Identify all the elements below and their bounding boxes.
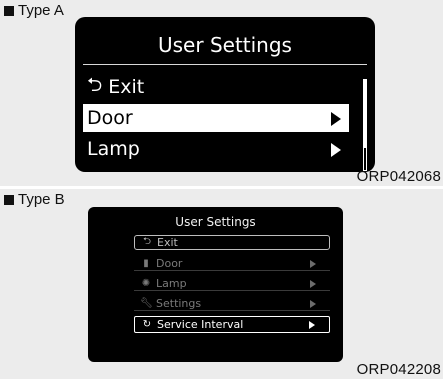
right-arrow-icon [309,321,315,329]
square-bullet-icon [4,194,14,205]
type-a-menu-item-door[interactable]: Door [83,104,349,132]
right-arrow-icon [331,112,341,126]
menu-item-label: Door [156,256,183,270]
back-arrow-icon: ⮌ [87,74,103,96]
type-a-display: User Settings ⮌ Exit Door Lamp [75,17,375,172]
type-a-figure-code: ORP042068 [356,168,441,185]
menu-item-label: Service Interval [157,318,244,331]
menu-item-label: Exit [157,236,178,249]
back-arrow-icon: ⮌ [142,236,151,247]
type-a-label-text: Type A [18,2,64,19]
type-a-menu-item-lamp[interactable]: Lamp [83,135,349,163]
square-bullet-icon [4,5,14,16]
type-b-label-text: Type B [18,191,65,208]
title-divider [83,64,367,65]
type-a-scrollbar[interactable] [363,79,367,171]
wrench-icon: 🔧︎ [140,297,153,309]
service-icon: ↻ [142,319,152,330]
type-a-screen-title: User Settings [158,33,292,57]
type-b-menu-item-lamp[interactable]: ✺ Lamp [134,276,330,291]
menu-item-label: Exit [108,76,145,98]
type-a-menu-item-exit[interactable]: ⮌ Exit [83,73,349,101]
scrollbar-thumb[interactable] [364,80,366,148]
menu-item-label: Settings [156,296,202,310]
type-b-label: Type B [4,191,65,208]
right-arrow-icon [310,300,316,308]
right-arrow-icon [331,143,341,157]
type-b-panel: Type B User Settings ⮌ Exit ▮ Door ✺ Lam… [0,189,443,379]
type-b-display: User Settings ⮌ Exit ▮ Door ✺ Lamp 🔧︎ Se… [88,207,343,362]
lamp-icon: ✺ [141,277,151,289]
right-arrow-icon [310,260,316,268]
menu-item-label: Door [87,107,133,129]
menu-item-label: Lamp [87,138,140,160]
type-b-figure-code: ORP042208 [356,361,441,378]
type-a-panel: Type A User Settings ⮌ Exit Door Lamp OR… [0,0,443,186]
type-b-menu-item-settings[interactable]: 🔧︎ Settings [134,296,330,311]
menu-item-label: Lamp [156,276,187,290]
door-icon: ▮ [143,257,149,269]
type-b-menu-item-exit[interactable]: ⮌ Exit [134,235,330,250]
type-a-label: Type A [4,2,64,19]
right-arrow-icon [310,280,316,288]
type-b-screen-title: User Settings [175,215,256,229]
type-b-menu-item-service-interval[interactable]: ↻ Service Interval [134,316,330,333]
type-b-menu-item-door[interactable]: ▮ Door [134,256,330,271]
